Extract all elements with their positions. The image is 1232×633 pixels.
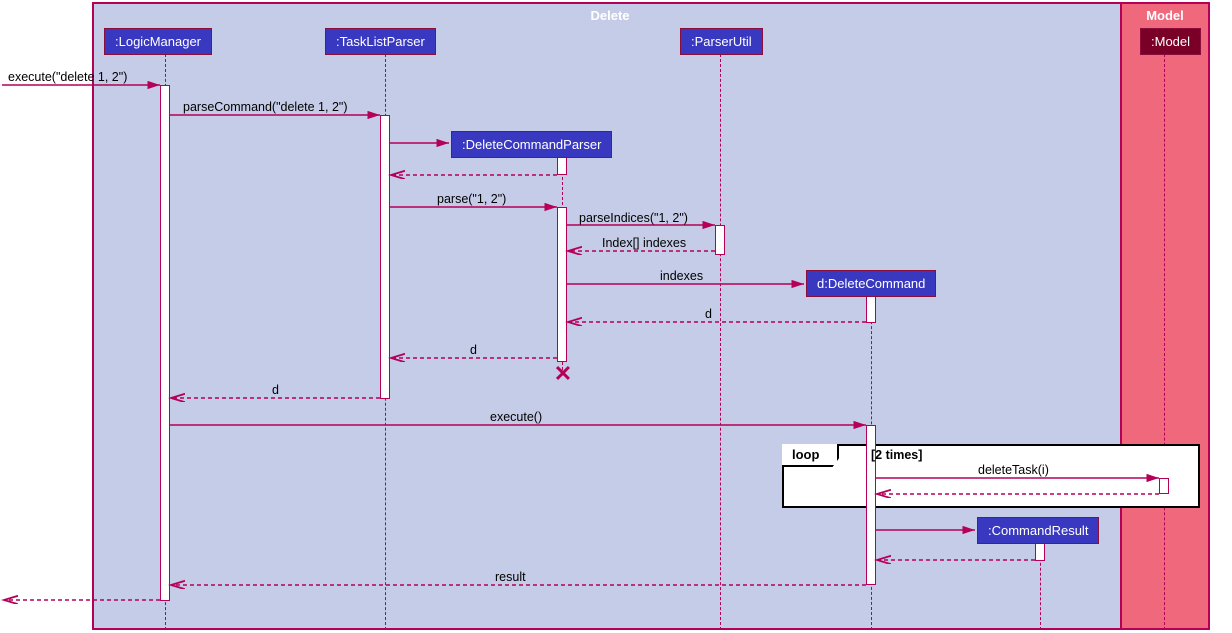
loop-tab: loop bbox=[782, 444, 839, 467]
label-result: result bbox=[495, 570, 526, 584]
label-execute-delete: execute("delete 1, 2") bbox=[8, 70, 127, 84]
activation-dcp-1 bbox=[557, 157, 567, 175]
lifeline-model bbox=[1164, 54, 1165, 630]
activation-dc-1 bbox=[866, 296, 876, 323]
label-d2: d bbox=[470, 343, 477, 357]
label-parse-indices: parseIndices("1, 2") bbox=[579, 211, 688, 225]
participant-command-result: :CommandResult bbox=[977, 517, 1099, 544]
participant-task-list-parser: :TaskListParser bbox=[325, 28, 436, 55]
label-delete-task: deleteTask(i) bbox=[978, 463, 1049, 477]
label-execute: execute() bbox=[490, 410, 542, 424]
label-d1: d bbox=[705, 307, 712, 321]
participant-parser-util: :ParserUtil bbox=[680, 28, 763, 55]
frame-delete-title: Delete bbox=[590, 8, 629, 23]
label-indexes: indexes bbox=[660, 269, 703, 283]
participant-delete-command-parser: :DeleteCommandParser bbox=[451, 131, 612, 158]
frame-model-title: Model bbox=[1146, 8, 1184, 23]
destroy-icon: ✕ bbox=[554, 361, 572, 387]
activation-command-result bbox=[1035, 543, 1045, 561]
activation-logic-manager bbox=[160, 85, 170, 601]
label-parse-command: parseCommand("delete 1, 2") bbox=[183, 100, 348, 114]
participant-delete-command: d:DeleteCommand bbox=[806, 270, 936, 297]
activation-model bbox=[1159, 478, 1169, 494]
activation-parser-util bbox=[715, 225, 725, 255]
label-index-array: Index[] indexes bbox=[602, 236, 686, 250]
label-parse: parse("1, 2") bbox=[437, 192, 506, 206]
frame-delete: Delete bbox=[92, 2, 1128, 630]
frame-model: Model bbox=[1120, 2, 1210, 630]
label-loop-cond: [2 times] bbox=[871, 448, 922, 462]
activation-dcp-2 bbox=[557, 207, 567, 362]
lifeline-parser-util bbox=[720, 54, 721, 630]
activation-task-list-parser bbox=[380, 115, 390, 399]
label-d3: d bbox=[272, 383, 279, 397]
participant-logic-manager: :LogicManager bbox=[104, 28, 212, 55]
participant-model: :Model bbox=[1140, 28, 1201, 55]
